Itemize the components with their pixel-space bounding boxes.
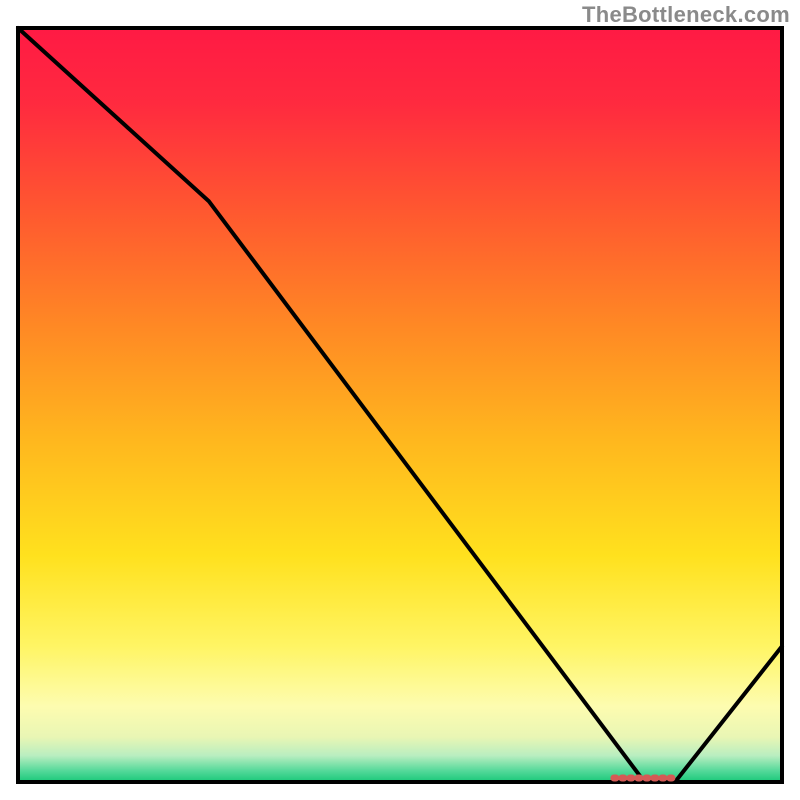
bottleneck-chart — [0, 0, 800, 800]
watermark-text: TheBottleneck.com — [582, 2, 790, 28]
plot-background — [18, 28, 782, 782]
